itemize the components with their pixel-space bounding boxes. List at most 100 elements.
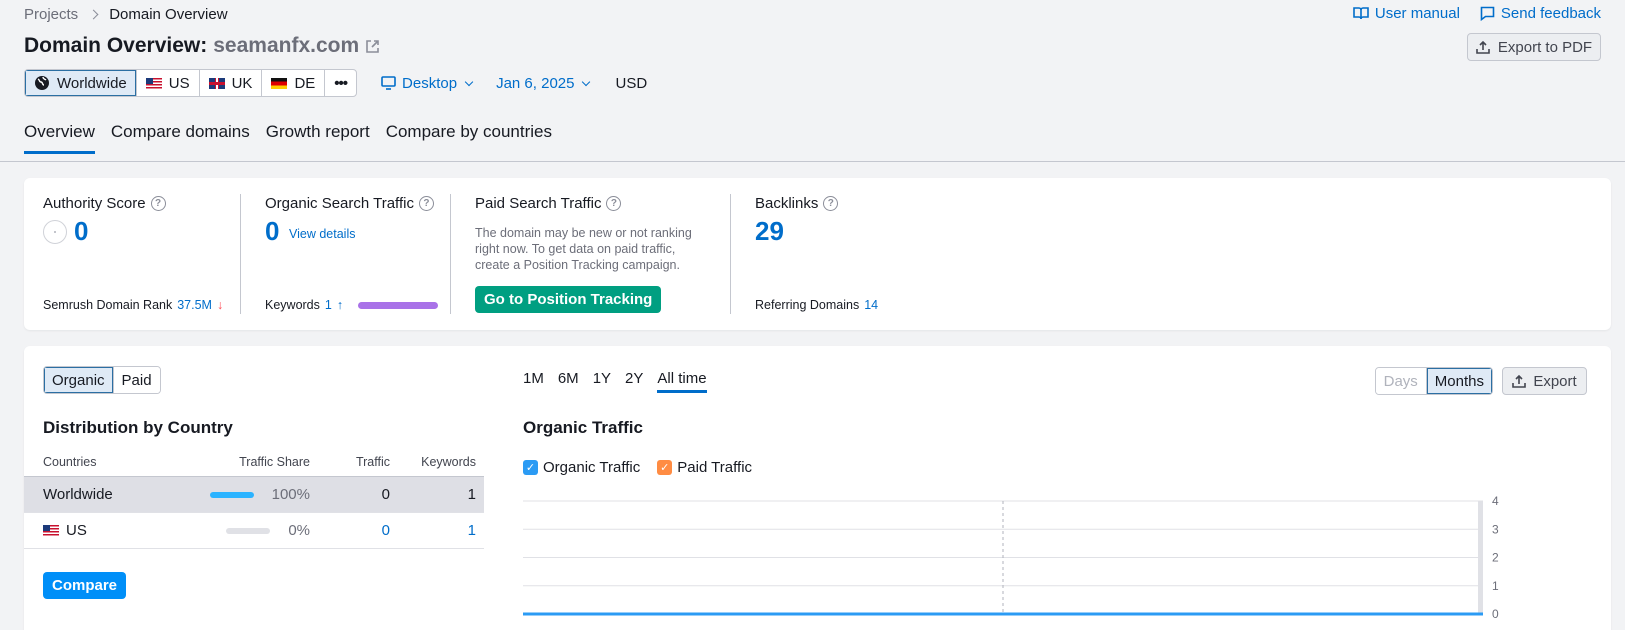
share-cell: 0% [178,512,318,549]
keywords-bar [358,301,439,309]
col-traffic-share[interactable]: Traffic Share [178,448,318,477]
toggle-days[interactable]: Days [1375,368,1427,394]
legend-organic[interactable]: ✓ Organic Traffic [523,459,640,476]
region-selector: Worldwide US UK DE ••• [24,69,358,97]
breadcrumb-current: Domain Overview [109,6,228,23]
period-6m[interactable]: 6M [558,370,579,393]
backlinks-title: Backlinks [755,195,819,212]
top-links: User manual Send feedback [1353,5,1601,22]
traffic-cell[interactable]: 0 [318,512,398,549]
keywords-cell: 1 [398,476,484,513]
date-dropdown[interactable]: Jan 6, 2025 [496,75,591,92]
distribution-table: Countries Traffic Share Traffic Keywords… [24,448,484,549]
user-manual-link[interactable]: User manual [1353,5,1460,22]
authority-score-ring [43,220,67,244]
period-selector: 1M 6M 1Y 2Y All time [523,370,707,393]
message-icon [1480,6,1495,21]
breadcrumb-projects[interactable]: Projects [24,6,78,23]
keywords-value[interactable]: 1 [325,298,332,312]
paid-traffic-title: Paid Search Traffic [475,195,602,212]
table-row[interactable]: US 0% 0 1 [24,512,484,549]
send-feedback-link[interactable]: Send feedback [1480,5,1601,22]
y-tick-label: 3 [1492,522,1499,536]
uk-flag-icon [208,77,225,89]
organic-traffic-value[interactable]: 0 [265,216,279,247]
region-worldwide[interactable]: Worldwide [25,70,137,96]
backlinks-value[interactable]: 29 [755,216,784,247]
toggle-months[interactable]: Months [1426,368,1492,394]
paid-traffic-message: The domain may be new or not ranking rig… [475,226,692,272]
page-title: Domain Overview: seamanfx.com [24,34,380,58]
region-uk[interactable]: UK [200,70,263,96]
organic-traffic-title: Organic Search Traffic [265,195,414,212]
toggle-paid[interactable]: Paid [113,367,160,393]
organic-traffic-block: Organic Search Traffic? 0 View details K… [265,178,455,330]
go-to-position-tracking-button[interactable]: Go to Position Tracking [475,286,662,313]
domain-rank-value[interactable]: 37.5M [177,298,212,312]
info-icon[interactable]: ? [418,196,434,211]
granularity-toggle: Days Months [1374,367,1493,395]
compare-button[interactable]: Compare [43,572,127,599]
authority-score-block: Authority Score? 0 Semrush Domain Rank 3… [43,178,243,330]
y-tick-label: 0 [1492,607,1499,621]
tab-compare-by-countries[interactable]: Compare by countries [386,122,552,154]
tab-overview[interactable]: Overview [24,122,95,154]
backlinks-block: Backlinks? 29 Referring Domains 14 [755,178,955,330]
period-2y[interactable]: 2Y [625,370,643,393]
external-link-icon[interactable] [365,39,380,54]
tabs-divider [0,161,1625,162]
col-countries[interactable]: Countries [24,448,178,477]
export-pdf-button[interactable]: Export to PDF [1467,33,1601,61]
checkbox-checked-icon: ✓ [657,460,673,475]
keywords-label: Keywords [265,298,320,312]
device-dropdown[interactable]: Desktop [381,75,474,92]
tab-growth-report[interactable]: Growth report [266,122,370,154]
trend-down-icon: ↓ [216,298,224,312]
share-bar [209,491,254,498]
divider [240,194,241,314]
main-tabs: Overview Compare domains Growth report C… [24,122,552,154]
table-header: Countries Traffic Share Traffic Keywords [24,448,484,477]
globe-icon [35,76,49,90]
chart-legend: ✓ Organic Traffic ✓ Paid Traffic [523,459,752,476]
period-1y[interactable]: 1Y [593,370,611,393]
domain-name[interactable]: seamanfx.com [213,34,359,58]
legend-paid[interactable]: ✓ Paid Traffic [657,459,752,476]
region-us[interactable]: US [137,70,200,96]
keywords-cell[interactable]: 1 [398,512,484,549]
organic-traffic-chart[interactable]: 4 3 2 1 0 [523,491,1523,630]
de-flag-icon [271,77,288,89]
y-tick-label: 4 [1492,494,1499,508]
authority-score-value[interactable]: 0 [74,216,88,247]
period-all-time[interactable]: All time [657,370,707,393]
col-keywords[interactable]: Keywords [398,448,484,477]
col-traffic[interactable]: Traffic [318,448,398,477]
metrics-card: Authority Score? 0 Semrush Domain Rank 3… [24,178,1611,330]
share-cell: 100% [178,476,318,513]
table-row[interactable]: Worldwide 100% 0 1 [24,476,484,513]
upload-icon [1512,374,1527,388]
domain-rank-label: Semrush Domain Rank [43,298,173,312]
region-de[interactable]: DE [262,70,326,96]
current-period-band [1478,501,1483,614]
export-button[interactable]: Export [1502,367,1587,395]
filters-bar: Worldwide US UK DE ••• Desktop Jan 6, 20… [24,69,647,97]
authority-score-title: Authority Score [43,195,146,212]
tab-compare-domains[interactable]: Compare domains [111,122,250,154]
paid-traffic-block: Paid Search Traffic? The domain may be n… [475,178,725,330]
info-icon[interactable]: ? [823,196,839,211]
traffic-card: Organic Paid Distribution by Country Cou… [24,346,1611,630]
us-flag-icon [43,524,59,536]
info-icon[interactable]: ? [150,196,166,211]
divider [730,194,731,314]
breadcrumb: Projects Domain Overview [24,6,228,23]
chevron-down-icon [464,77,474,86]
chevron-down-icon [582,77,591,86]
y-tick-label: 2 [1492,551,1499,565]
toggle-organic[interactable]: Organic [44,367,114,393]
info-icon[interactable]: ? [606,196,622,211]
referring-domains-value[interactable]: 14 [864,298,878,312]
more-regions-button[interactable]: ••• [325,70,356,96]
period-1m[interactable]: 1M [523,370,544,393]
view-details-link[interactable]: View details [289,227,355,241]
